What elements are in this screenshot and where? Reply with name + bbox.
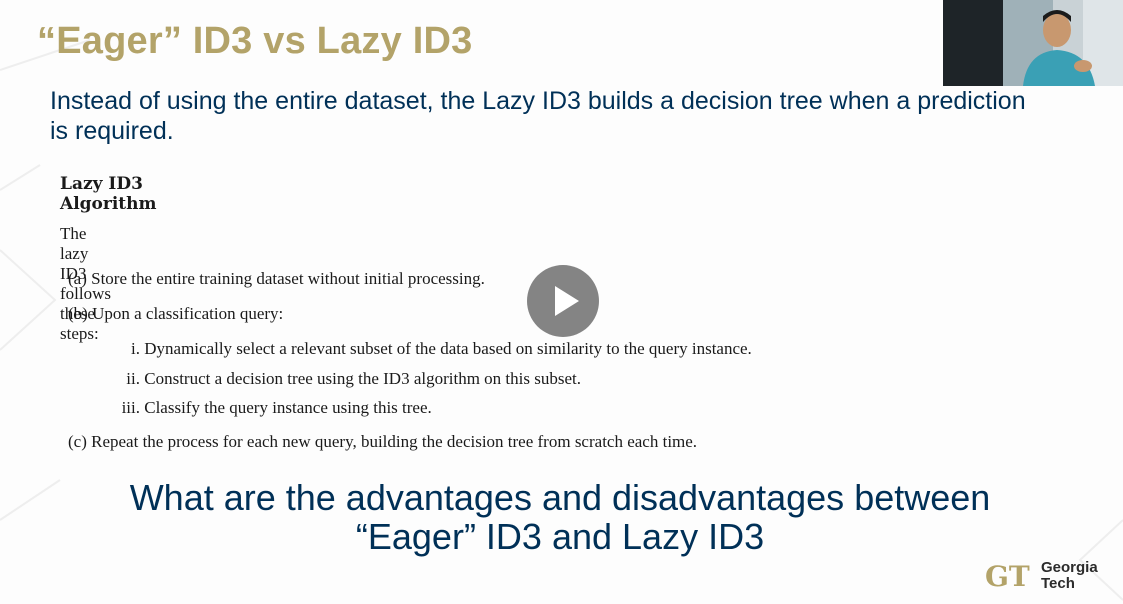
step-b-iii: iii. Classify the query instance using t… [110,398,432,418]
step-marker: iii. [121,398,140,417]
step-b: (b) Upon a classification query: [68,304,283,324]
presenter-video-frame [943,0,1123,86]
logo-line-1: Georgia [1041,559,1098,576]
step-b-i: i. Dynamically select a relevant subset … [110,339,752,359]
play-button[interactable] [527,265,599,337]
step-text: Construct a decision tree using the ID3 … [144,369,581,388]
step-text: Upon a classification query: [92,304,284,323]
logo-wordmark: Georgia Tech [1041,560,1098,592]
slide-title: “Eager” ID3 vs Lazy ID3 [37,20,473,62]
step-marker: (b) [68,304,88,323]
discussion-question: What are the advantages and disadvantage… [129,477,991,557]
step-text: Dynamically select a relevant subset of … [144,339,752,358]
step-a: (a) Store the entire training dataset wi… [68,269,485,289]
step-marker: ii. [126,369,140,388]
step-c: (c) Repeat the process for each new quer… [68,432,697,452]
step-b-ii: ii. Construct a decision tree using the … [110,369,581,389]
step-marker: (a) [68,269,87,288]
slide-subtitle: Instead of using the entire dataset, the… [50,87,1026,145]
step-marker: (c) [68,432,87,451]
step-text: Repeat the process for each new query, b… [91,432,698,451]
algorithm-heading: Lazy ID3 Algorithm [60,174,157,214]
logo-line-2: Tech [1041,575,1075,592]
presenter-webcam [943,0,1123,86]
logo-monogram: GT [985,560,1030,593]
slide: “Eager” ID3 vs Lazy ID3 Instead of using… [0,0,1123,604]
step-marker: i. [131,339,140,358]
step-text: Store the entire training dataset withou… [91,269,485,288]
step-text: Classify the query instance using this t… [144,398,432,417]
play-icon [555,286,579,316]
